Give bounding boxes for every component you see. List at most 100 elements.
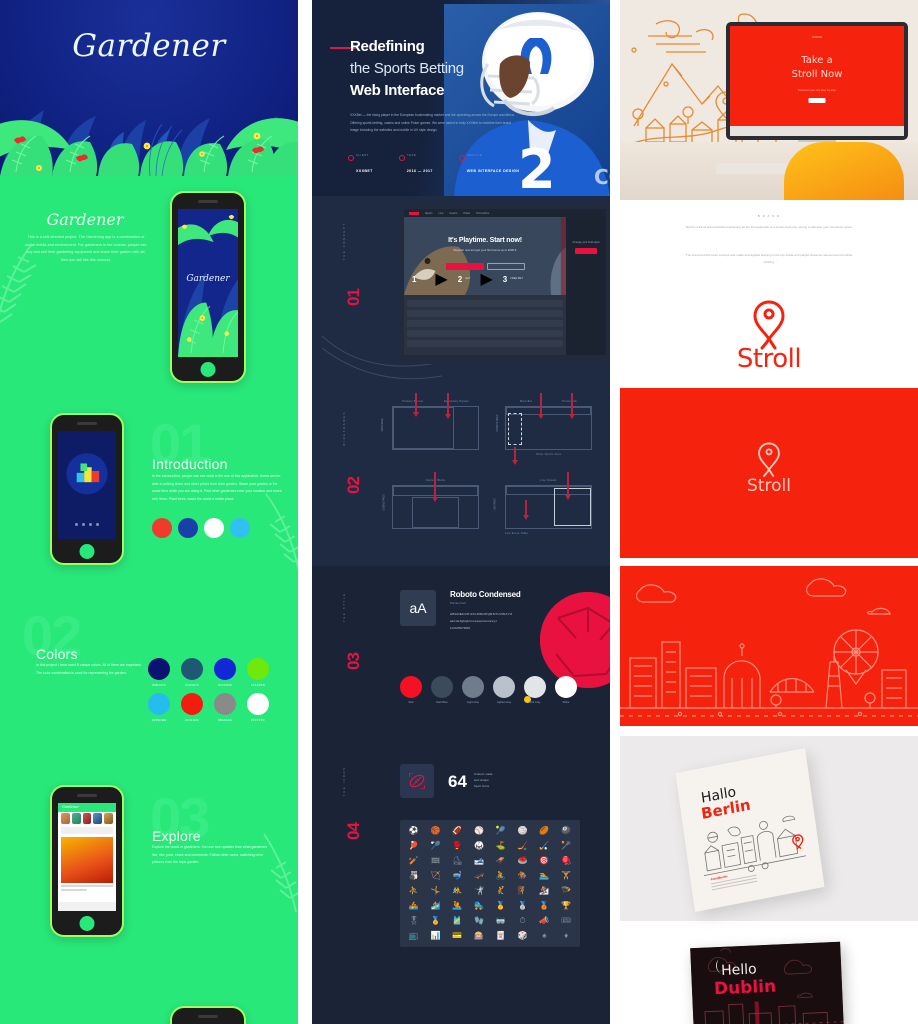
section-number-02: 02	[344, 477, 363, 494]
stroll-dublin-block: Hello Dublin	[620, 935, 918, 1024]
portfolio-board: Gardener Gardener This is a self-directe…	[0, 0, 918, 1024]
gardener-section-01: 01 Introduction In the introduction, peo…	[0, 408, 298, 598]
icon-text-3: Sport Icons	[473, 783, 490, 788]
imac-chin	[730, 126, 904, 136]
site-logo[interactable]	[409, 211, 419, 215]
stroll-pin-logo-icon	[753, 300, 785, 350]
section-label-03: THE STYLE	[342, 592, 346, 622]
side-panel-title: Arrange your final spins	[572, 241, 600, 244]
tablet-mockup: Sports Live Casino Poker Promotions It's…	[400, 204, 610, 364]
brand-palette: Red Dark Blue Light Gray Lighter Gray So…	[400, 676, 577, 704]
wireframe-live-page: Live Stream Live Event Table LIVE PAGE	[494, 472, 592, 538]
phone-home-button[interactable]	[200, 362, 216, 377]
dublin-line-2: Dublin	[713, 976, 777, 1000]
avatar[interactable]	[93, 813, 103, 824]
site-subline: Register now and get your first bonus up…	[453, 248, 517, 252]
stroll-pin-logo-inverted-icon	[758, 442, 780, 477]
nav-item-live[interactable]: Live	[439, 212, 444, 215]
wireframe-frame	[505, 472, 592, 529]
step-number: 2	[457, 274, 463, 284]
icon-cell: 🎿	[474, 856, 485, 865]
dublin-line-1: Hello	[720, 961, 758, 979]
phone-speaker	[77, 794, 97, 797]
icon-cell: 🃏	[495, 931, 506, 940]
stroll-brand-copy: B R A N D Stroll is a travel brand websi…	[620, 200, 918, 290]
arrow-right-icon: ▶	[480, 271, 493, 288]
nav-item-promotions[interactable]: Promotions	[476, 212, 489, 215]
sports-section-04: THE ICONS 04 64 Custom made and unique S…	[312, 756, 610, 1016]
avatar[interactable]	[61, 813, 70, 824]
avatar[interactable]	[82, 813, 92, 824]
wireframe-sports-page: Main Bet Promo Tab Other Sports Area SPO…	[496, 393, 592, 465]
wireframe-label: Live Event Table	[505, 532, 529, 535]
app-tab-bar[interactable]	[58, 902, 116, 911]
arrow-right-icon: ▶	[435, 271, 448, 288]
list-item[interactable]	[407, 330, 563, 337]
icon-count: 64	[448, 771, 467, 791]
palette-label: Light Gray	[467, 701, 479, 704]
list-item[interactable]	[407, 320, 563, 327]
poster-pin-logo-icon	[792, 834, 804, 850]
icon-sheet-grid: ⚽ 🏀 🏈 ⚾ 🎾 🏐 🏉 🎱 🏓 🏸 🥊 🥋 ⛳ 🏒 🏑 🥍 🏏 🥅 ⛸ 🎿 🛷 🥌 🎯 🪀 🎳 🏹 🤿 🛹 🚴 🏇 🏊 🏋 …	[400, 820, 580, 947]
carousel-dots[interactable]	[58, 513, 116, 531]
fern-decoration-icon	[263, 833, 298, 913]
icon-cell: 🏆	[561, 901, 572, 910]
sports-section-02: WIREFRAMES 02 Primary Banner Secondary P…	[312, 390, 610, 566]
nav-item-casino[interactable]: Casino	[449, 212, 457, 215]
icon-cell: 🪀	[561, 856, 572, 865]
side-panel-button[interactable]	[575, 248, 597, 254]
icon-cell: 🛷	[495, 856, 506, 865]
icon-cell: 🥍	[561, 841, 572, 850]
icon-cell: 🎾	[495, 826, 506, 835]
icon-cell: 🥇	[495, 901, 506, 910]
avatar[interactable]	[104, 813, 113, 824]
font-specimen-tile: aA	[400, 590, 436, 626]
icon-cell: 🧗	[517, 886, 528, 895]
football-icon	[409, 773, 425, 789]
icon-cell: ♠	[542, 931, 547, 940]
section-heading-explore: Explore	[152, 828, 201, 844]
imac-headline: Take a Stroll Now	[791, 55, 843, 80]
phone-speaker	[198, 1015, 218, 1018]
imac-cta-button[interactable]	[808, 98, 826, 103]
swatch-row: #25BCEE #F41B0F #8A8A8A #FFFFFF	[148, 693, 273, 722]
icon-cell: 🏂	[539, 886, 550, 895]
football-icon-tile	[400, 764, 434, 798]
phone-home-button[interactable]	[79, 916, 95, 931]
screen-logo	[812, 36, 822, 38]
nav-item-poker[interactable]: Poker	[463, 212, 470, 215]
site-list-panel	[404, 297, 566, 355]
site-headline: It's Playtime. Start now!	[448, 237, 522, 244]
tablet-frame: Sports Live Casino Poker Promotions It's…	[400, 204, 610, 364]
phone-mockup-bottom	[170, 1006, 246, 1024]
story-avatars-row[interactable]	[61, 813, 113, 824]
icon-cell: 🤸	[430, 886, 441, 895]
list-item[interactable]	[407, 300, 563, 307]
avatar[interactable]	[71, 813, 81, 824]
icon-cell: 🏑	[539, 841, 550, 850]
typography-block: aA Roboto Condensed Primary Font ABCDEFG…	[400, 590, 590, 632]
tablet-screen: Sports Live Casino Poker Promotions It's…	[404, 209, 606, 355]
icon-cell: ⛸	[452, 856, 463, 865]
nav-item-sports[interactable]: Sports	[425, 212, 433, 215]
app-feature-icons	[152, 518, 250, 538]
swatch-label: #8A8A8A	[217, 718, 233, 722]
step-text: GET	[465, 277, 471, 281]
icon-cell: 🎳	[408, 871, 419, 880]
feature-icon-3	[204, 518, 224, 538]
site-nav[interactable]: Sports Live Casino Poker Promotions	[404, 209, 606, 217]
phone-home-button[interactable]	[79, 544, 95, 559]
icon-cell: 🛼	[474, 901, 485, 910]
list-item[interactable]	[407, 340, 563, 347]
icon-cell: 💳	[452, 931, 463, 940]
icon-cell: 🚴	[495, 871, 506, 880]
phone-speaker	[77, 422, 97, 425]
color-swatch: #FFFFFF	[247, 693, 269, 722]
section-heading-colors: Colors	[36, 646, 78, 662]
section-label-02: WIREFRAMES	[342, 411, 346, 446]
section-label-04: THE ICONS	[342, 766, 346, 796]
wireframe-label: Primary Banner	[402, 400, 424, 403]
meta-value: WEB INTERFACE DESIGN	[466, 169, 520, 173]
icon-cell: 🎱	[561, 826, 572, 835]
list-item[interactable]	[407, 310, 563, 317]
